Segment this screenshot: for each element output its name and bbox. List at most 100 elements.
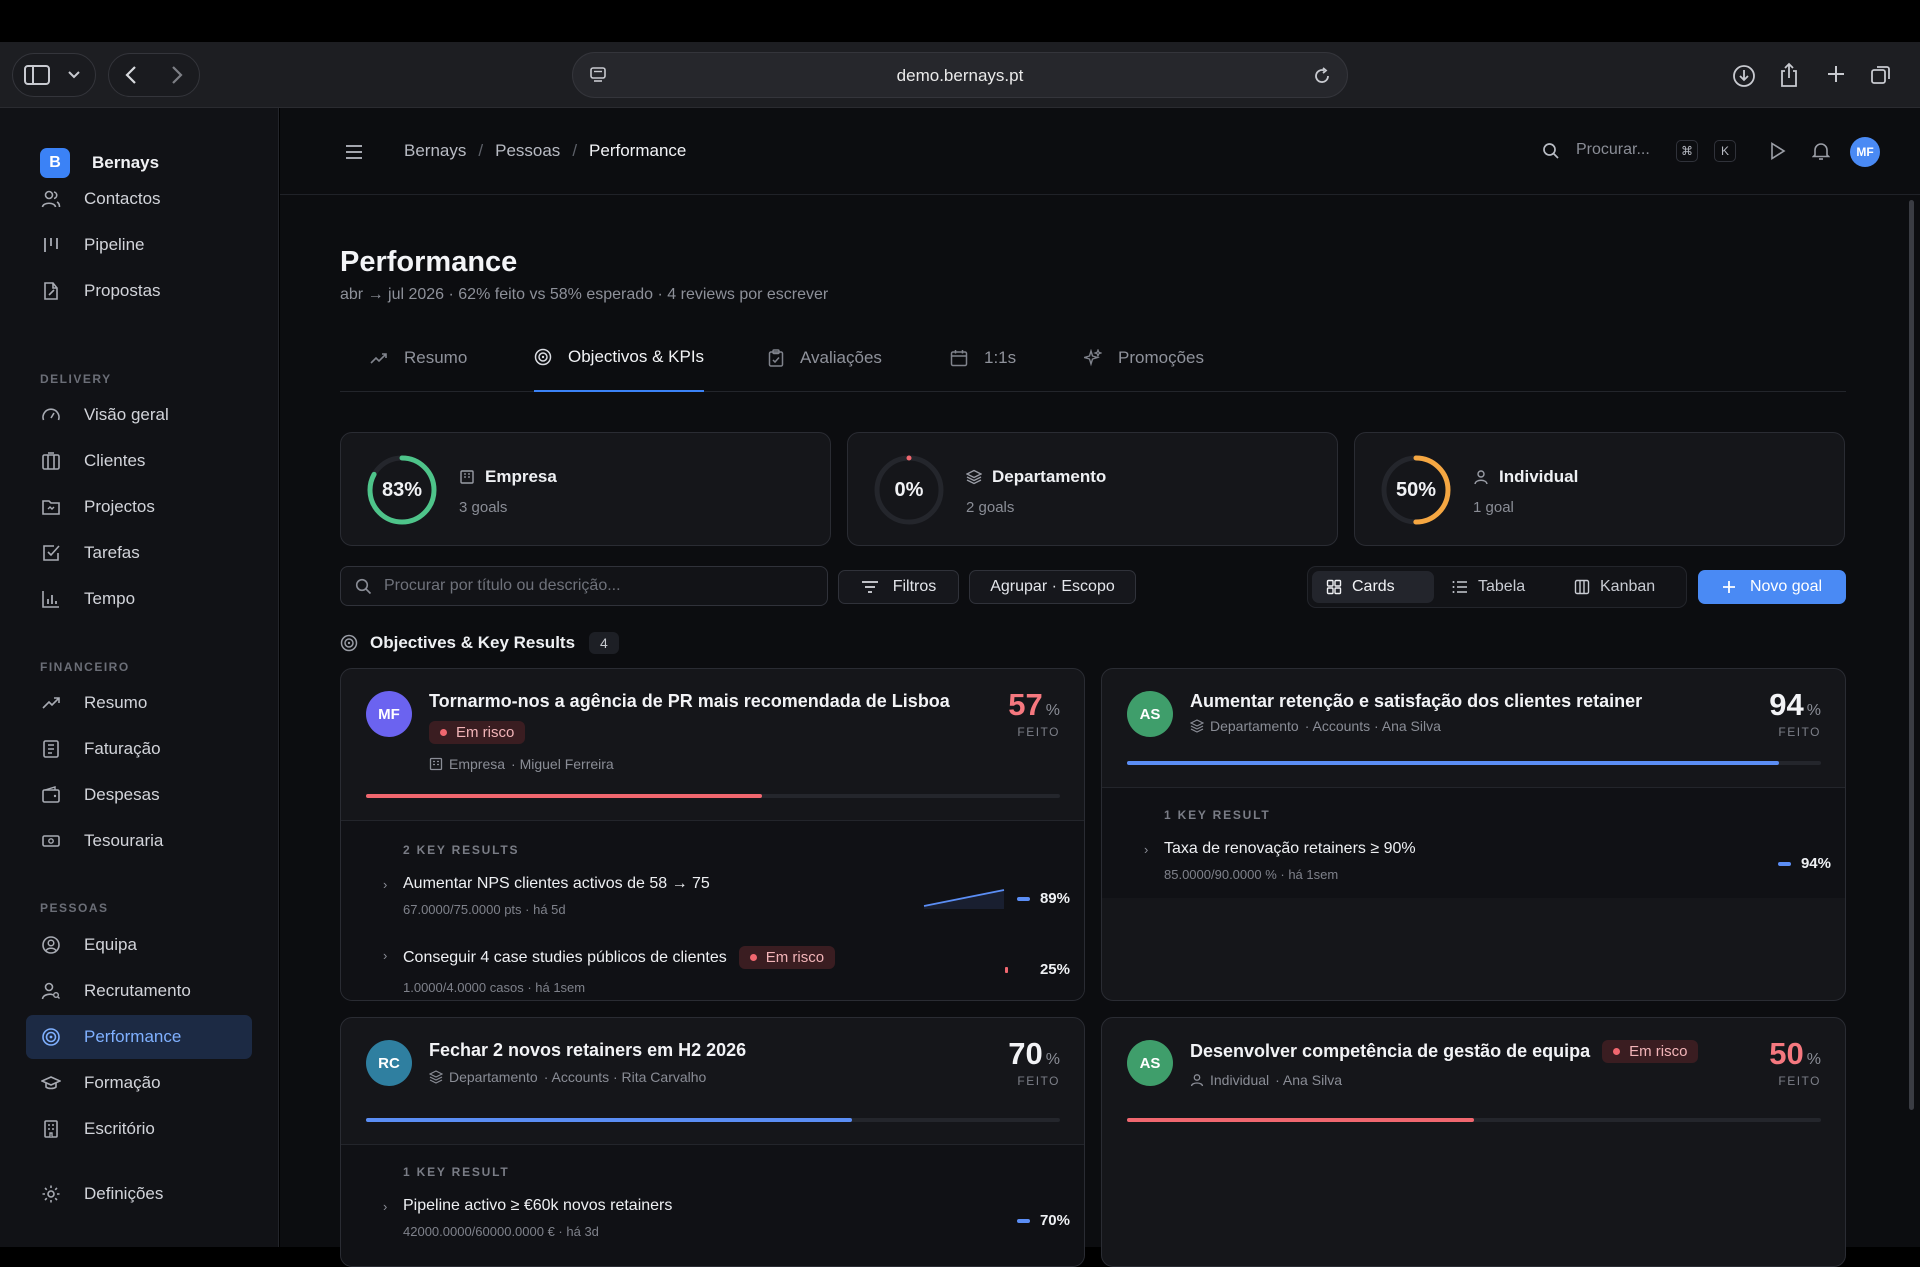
goal-card[interactable]: AS Aumentar retenção e satisfação dos cl… (1101, 668, 1846, 1001)
brand[interactable]: B Bernays (40, 148, 159, 178)
main-content: Bernays / Pessoas / Performance Procurar… (280, 108, 1920, 1267)
kr-pct: 70% (1039, 1212, 1070, 1229)
search-icon[interactable] (1540, 140, 1562, 162)
download-icon[interactable] (1730, 62, 1758, 90)
chevron-down-icon[interactable] (64, 63, 84, 87)
forward-icon[interactable] (166, 63, 188, 87)
sidebar-item-projectos[interactable]: Projectos (26, 485, 252, 529)
new-tab-icon[interactable] (1824, 62, 1848, 86)
sidebar-item-faturacao[interactable]: Faturação (26, 727, 252, 771)
key-result-row[interactable]: › Conseguir 4 case studies públicos de c… (383, 946, 1070, 995)
avatar: RC (366, 1040, 412, 1086)
sidebar-item-performance[interactable]: Performance (26, 1015, 252, 1059)
sidebar-item-despesas[interactable]: Despesas (26, 773, 252, 817)
goal-title[interactable]: Aumentar retenção e satisfação dos clien… (1190, 691, 1642, 712)
scrollbar[interactable] (1909, 200, 1914, 1110)
key-result-row[interactable]: › Pipeline activo ≥ €60k novos retainers… (383, 1197, 1070, 1239)
risk-label: Em risco (1629, 1043, 1688, 1060)
tab-overview-icon[interactable] (1868, 62, 1894, 88)
sidebar-item-label: Formação (84, 1073, 161, 1092)
scope-card-individual[interactable]: 50% Individual 1 goal (1354, 432, 1845, 546)
tab-resumo[interactable]: Resumo (370, 324, 467, 392)
sidebar-item-escritorio[interactable]: Escritório (26, 1107, 252, 1151)
sidebar-toggle-icon[interactable] (22, 61, 52, 89)
target-icon (534, 348, 552, 366)
scope-card-departamento[interactable]: 0% Departamento 2 goals (847, 432, 1338, 546)
target-icon (40, 1026, 62, 1048)
sidebar-item-tesouraria[interactable]: Tesouraria (26, 819, 252, 863)
sidebar-item-recrutamento[interactable]: Recrutamento (26, 969, 252, 1013)
goal-owner: · Accounts · Ana Silva (1304, 718, 1441, 734)
users-icon (40, 188, 62, 210)
chevron-right-icon[interactable]: › (383, 948, 387, 963)
tab-label: Resumo (404, 348, 468, 367)
risk-badge: Em risco (429, 721, 526, 744)
sidebar-item-equipa[interactable]: Equipa (26, 923, 252, 967)
share-icon[interactable] (1776, 60, 1802, 90)
goal-percent-number: 50 (1769, 1036, 1804, 1071)
view-kanban-button[interactable]: Kanban (1560, 571, 1684, 603)
sidebar-item-tempo[interactable]: Tempo (26, 577, 252, 621)
menu-icon[interactable] (342, 140, 366, 164)
address-bar[interactable]: demo.bernays.pt (572, 52, 1348, 98)
chevron-right-icon[interactable]: › (1144, 842, 1148, 857)
goal-search-field[interactable]: Procurar por título ou descrição... (340, 566, 828, 606)
goal-card[interactable]: AS Desenvolver competência de gestão de … (1101, 1017, 1846, 1267)
sidebar-item-clientes[interactable]: Clientes (26, 439, 252, 483)
kr-pct: 89% (1039, 890, 1070, 907)
risk-label: Em risco (765, 949, 825, 966)
goal-card[interactable]: MF Tornarmo-nos a agência de PR mais rec… (340, 668, 1085, 1001)
page-subtitle: abr → jul 2026 · 62% feito vs 58% espera… (340, 286, 829, 303)
kr-indicator (1777, 861, 1791, 866)
filters-button[interactable]: Filtros (838, 570, 959, 604)
back-icon[interactable] (120, 63, 142, 87)
goal-meta: Empresa · Miguel Ferreira (429, 756, 614, 772)
play-icon[interactable] (1767, 140, 1789, 162)
new-goal-button[interactable]: Novo goal (1698, 570, 1846, 604)
sidebar-item-propostas[interactable]: Propostas (26, 269, 252, 313)
goal-title[interactable]: Desenvolver competência de gestão de equ… (1190, 1040, 1699, 1063)
chevron-right-icon[interactable]: › (383, 877, 387, 892)
goal-percent: 50% FEITO (1769, 1036, 1821, 1088)
breadcrumb-item[interactable]: Pessoas (495, 141, 560, 161)
section-header-financeiro: FINANCEIRO (40, 660, 130, 674)
sidebar-item-label: Performance (84, 1027, 182, 1046)
sidebar-item-contactos[interactable]: Contactos (26, 177, 252, 221)
sidebar-item-pipeline[interactable]: Pipeline (26, 223, 252, 267)
tab-promocoes[interactable]: Promoções (1084, 324, 1204, 392)
sidebar-item-tarefas[interactable]: Tarefas (26, 531, 252, 575)
goal-title[interactable]: Tornarmo-nos a agência de PR mais recome… (429, 691, 950, 712)
sidebar-item-formacao[interactable]: Formação (26, 1061, 252, 1105)
key-results-header: 1 KEY RESULT (403, 1165, 510, 1179)
search-placeholder: Procurar por título ou descrição... (384, 577, 621, 594)
tab-objectivos-kpis[interactable]: Objectivos & KPIs (534, 324, 705, 392)
kbd-cmd: ⌘ (1676, 140, 1698, 162)
goal-title[interactable]: Fechar 2 novos retainers em H2 2026 (429, 1040, 746, 1061)
view-cards-button[interactable]: Cards (1312, 571, 1434, 603)
bell-icon[interactable] (1810, 139, 1832, 163)
sidebar-item-label: Tarefas (84, 543, 140, 562)
sidebar-item-definicoes[interactable]: Definições (26, 1172, 252, 1216)
goal-done-label: FEITO (1778, 725, 1821, 739)
key-result-row[interactable]: › Aumentar NPS clientes activos de 58 → … (383, 875, 1070, 917)
group-by-button[interactable]: Agrupar · Escopo (969, 570, 1136, 604)
chevron-right-icon[interactable]: › (383, 1199, 387, 1214)
reload-icon[interactable] (1311, 65, 1333, 87)
sidebar-item-visao-geral[interactable]: Visão geral (26, 393, 252, 437)
sidebar-item-label: Faturação (84, 739, 161, 758)
gauge-icon (40, 404, 62, 426)
avatar[interactable]: MF (1850, 137, 1880, 167)
scope-card-empresa[interactable]: 83% Empresa 3 goals (340, 432, 831, 546)
goal-card[interactable]: RC Fechar 2 novos retainers em H2 2026 D… (340, 1017, 1085, 1267)
view-table-button[interactable]: Tabela (1438, 571, 1556, 603)
goal-owner: · Accounts · Rita Carvalho (543, 1069, 707, 1085)
goal-progress-bar (1127, 1118, 1821, 1122)
view-switcher: Cards Tabela Kanban (1307, 566, 1687, 608)
tab-avaliacoes[interactable]: Avaliações (768, 324, 882, 392)
sidebar-item-resumo[interactable]: Resumo (26, 681, 252, 725)
breadcrumb-item[interactable]: Bernays (404, 141, 466, 161)
global-search[interactable]: Procurar... (1576, 141, 1650, 159)
tab-1-1s[interactable]: 1:1s (950, 324, 1016, 392)
layers-icon (429, 1070, 443, 1084)
key-result-row[interactable]: › Taxa de renovação retainers ≥ 90% 85.0… (1144, 840, 1831, 882)
